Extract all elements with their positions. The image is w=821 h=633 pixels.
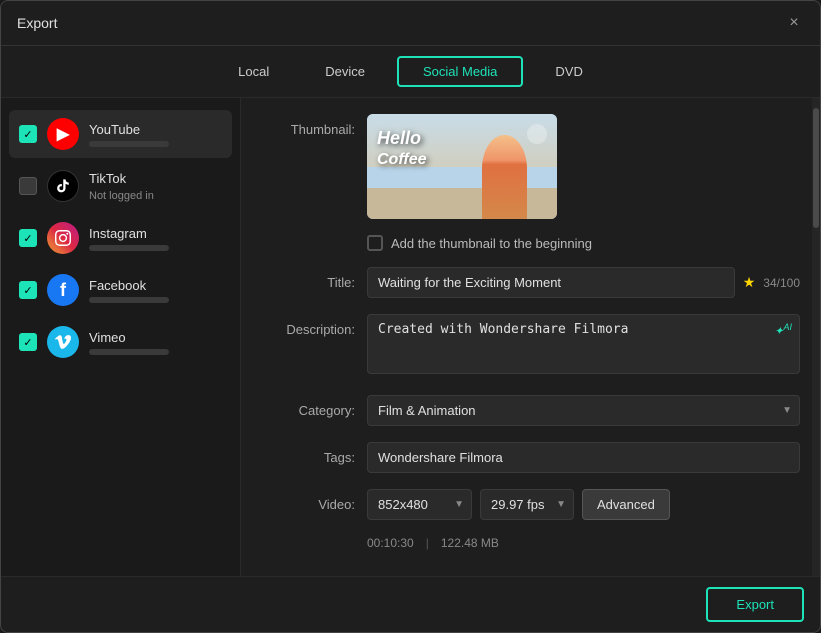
description-field: Created with Wondershare Filmora ✦AI [367, 314, 800, 379]
right-panel: Thumbnail: [241, 98, 820, 576]
title-label: Title: [265, 267, 355, 290]
tags-label: Tags: [265, 442, 355, 465]
close-button[interactable]: × [784, 13, 804, 33]
video-row: Video: 852x480 1280x720 1920x1080 29.97 … [265, 489, 800, 520]
advanced-button[interactable]: Advanced [582, 489, 670, 520]
instagram-bar [89, 245, 169, 251]
separator: | [426, 536, 429, 550]
add-thumbnail-row: Add the thumbnail to the beginning [265, 235, 800, 251]
main-content: ✓ ▶ YouTube TikTok Not logged i [1, 98, 820, 576]
scrollbar[interactable] [812, 98, 820, 576]
facebook-bar [89, 297, 169, 303]
category-row: Category: Film & Animation Music Educati… [265, 395, 800, 426]
sidebar-item-facebook[interactable]: ✓ f Facebook [9, 266, 232, 314]
tags-row: Tags: [265, 442, 800, 473]
tiktok-status: Not logged in [89, 190, 222, 202]
sidebar-item-instagram[interactable]: ✓ Instagram [9, 214, 232, 262]
facebook-label: Facebook [89, 278, 222, 293]
tiktok-checkbox[interactable] [19, 177, 37, 195]
export-window: Export × Local Device Social Media DVD ✓… [0, 0, 821, 633]
video-field: 852x480 1280x720 1920x1080 29.97 fps 24 … [367, 489, 800, 520]
title-field: ★ 34/100 [367, 267, 800, 298]
facebook-info: Facebook [89, 278, 222, 303]
tags-field [367, 442, 800, 473]
youtube-bar [89, 141, 169, 147]
footer: Export [1, 576, 820, 632]
category-field: Film & Animation Music Education Enterta… [367, 395, 800, 426]
sidebar-item-vimeo[interactable]: ✓ Vimeo [9, 318, 232, 366]
tabs-bar: Local Device Social Media DVD [1, 46, 820, 98]
title-bar: Export × [1, 1, 820, 46]
add-thumbnail-checkbox[interactable] [367, 235, 383, 251]
thumbnail-field: HelloCoffee [367, 114, 800, 219]
sidebar: ✓ ▶ YouTube TikTok Not logged i [1, 98, 241, 576]
vimeo-bar [89, 349, 169, 355]
instagram-info: Instagram [89, 226, 222, 251]
title-input[interactable] [367, 267, 735, 298]
instagram-checkbox[interactable]: ✓ [19, 229, 37, 247]
resolution-select-wrapper: 852x480 1280x720 1920x1080 [367, 489, 472, 520]
ai-icon[interactable]: ✦AI [774, 322, 792, 338]
tab-dvd[interactable]: DVD [531, 58, 606, 85]
youtube-icon: ▶ [47, 118, 79, 150]
tags-input[interactable] [367, 442, 800, 473]
instagram-label: Instagram [89, 226, 222, 241]
duration: 00:10:30 [367, 536, 414, 550]
tiktok-icon [47, 170, 79, 202]
vimeo-label: Vimeo [89, 330, 222, 345]
thumbnail-row: Thumbnail: [265, 114, 800, 219]
title-row: Title: ★ 34/100 [265, 267, 800, 298]
vimeo-checkbox[interactable]: ✓ [19, 333, 37, 351]
fps-select[interactable]: 29.97 fps 24 fps 30 fps 60 fps [480, 489, 574, 520]
tiktok-label: TikTok [89, 171, 222, 186]
tab-social-media[interactable]: Social Media [397, 56, 523, 87]
description-label: Description: [265, 314, 355, 337]
tab-local[interactable]: Local [214, 58, 293, 85]
video-label: Video: [265, 489, 355, 512]
facebook-icon: f [47, 274, 79, 306]
youtube-checkbox[interactable]: ✓ [19, 125, 37, 143]
sidebar-item-youtube[interactable]: ✓ ▶ YouTube [9, 110, 232, 158]
vimeo-icon [47, 326, 79, 358]
window-title: Export [17, 15, 57, 31]
facebook-checkbox[interactable]: ✓ [19, 281, 37, 299]
export-button[interactable]: Export [706, 587, 804, 622]
instagram-icon [47, 222, 79, 254]
thumbnail-container[interactable]: HelloCoffee [367, 114, 557, 219]
tiktok-info: TikTok Not logged in [89, 171, 222, 202]
category-label: Category: [265, 395, 355, 418]
category-select[interactable]: Film & Animation Music Education Enterta… [367, 395, 800, 426]
filesize: 122.48 MB [441, 536, 499, 550]
title-counter: 34/100 [763, 276, 800, 290]
sidebar-item-tiktok[interactable]: TikTok Not logged in [9, 162, 232, 210]
scrollbar-thumb [813, 108, 819, 228]
youtube-info: YouTube [89, 122, 222, 147]
category-select-wrapper: Film & Animation Music Education Enterta… [367, 395, 800, 426]
fps-select-wrapper: 29.97 fps 24 fps 30 fps 60 fps [480, 489, 574, 520]
add-thumbnail-label: Add the thumbnail to the beginning [391, 236, 592, 251]
resolution-select[interactable]: 852x480 1280x720 1920x1080 [367, 489, 472, 520]
title-star-icon: ★ [743, 274, 756, 291]
vimeo-info: Vimeo [89, 330, 222, 355]
youtube-label: YouTube [89, 122, 222, 137]
description-row: Description: Created with Wondershare Fi… [265, 314, 800, 379]
thumbnail-label: Thumbnail: [265, 114, 355, 137]
file-info: 00:10:30 | 122.48 MB [265, 536, 800, 550]
description-input[interactable]: Created with Wondershare Filmora [367, 314, 800, 374]
tab-device[interactable]: Device [301, 58, 389, 85]
